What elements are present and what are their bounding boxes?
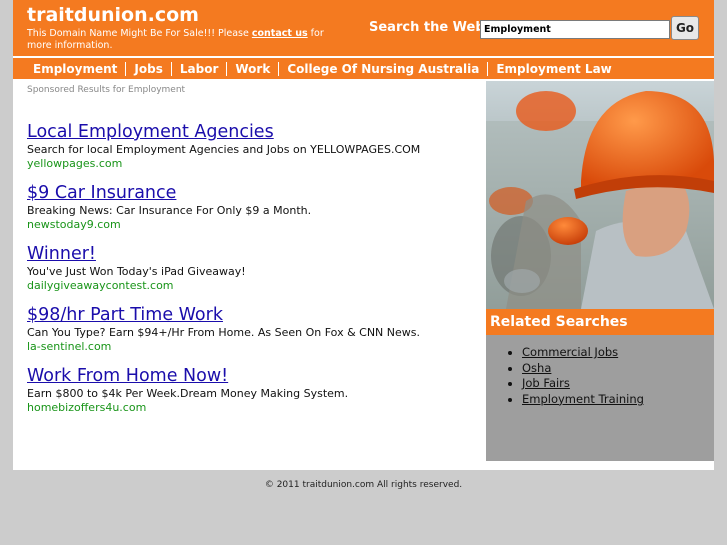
page-container: traitdunion.com This Domain Name Might B… — [13, 0, 714, 470]
sponsored-label: Sponsored Results for Employment — [27, 85, 186, 95]
nav-item-work[interactable]: Work — [226, 61, 278, 76]
ad-url: la-sentinel.com — [27, 340, 112, 353]
ad-listing: Work From Home Now! Earn $800 to $4k Per … — [27, 365, 487, 426]
nav-item-college-of-nursing-australia[interactable]: College Of Nursing Australia — [278, 61, 487, 76]
ad-description: Can You Type? Earn $94+/Hr From Home. As… — [27, 326, 420, 339]
sale-text-before: This Domain Name Might Be For Sale!!! Pl… — [27, 28, 252, 39]
related-search-link[interactable]: Osha — [522, 361, 551, 375]
related-searches-title: Related Searches — [486, 309, 714, 335]
related-searches-list: Commercial Jobs OshaJob Fairs Employment T… — [486, 345, 714, 407]
contact-us-link[interactable]: contact us — [252, 28, 308, 39]
header-bar: traitdunion.com This Domain Name Might B… — [13, 0, 714, 56]
ad-description: Search for local Employment Agencies and… — [27, 143, 421, 156]
nav-bar: Employment Jobs Labor Work College Of Nursin… — [13, 58, 714, 79]
ad-url: homebizoffers4u.com — [27, 401, 147, 414]
ad-listing: $9 Car Insurance Breaking News: Car Insur… — [27, 182, 487, 243]
nav-item-employment[interactable]: Employment — [25, 62, 125, 76]
ad-list: Local Employment Agencies Search for loca… — [27, 121, 487, 426]
ad-title-link[interactable]: $9 Car Insurance — [27, 182, 487, 204]
ad-listing: Local Employment Agencies Search for loca… — [27, 121, 487, 182]
ad-url: yellowpages.com — [27, 157, 123, 170]
nav-item-jobs[interactable]: Jobs — [125, 61, 170, 76]
footer-copyright: © 2011 traitdunion.com All rights reserv… — [264, 480, 463, 490]
ad-listing: Winner! You've Just Won Today's iPad Give… — [27, 243, 487, 304]
related-search-link[interactable]: Job Fairs — [522, 376, 570, 390]
related-search-item: Employment Training — [522, 392, 714, 408]
go-button[interactable]: Go — [671, 16, 699, 40]
related-searches-box: Commercial Jobs OshaJob Fairs Employment T… — [486, 335, 714, 461]
hard-hat-workers-photo — [486, 81, 714, 309]
ad-title-link[interactable]: Work From Home Now! — [27, 365, 487, 387]
nav-item-employment-law[interactable]: Employment Law — [487, 61, 619, 76]
ad-title-link[interactable]: Local Employment Agencies — [27, 121, 487, 143]
related-search-link[interactable]: Commercial Jobs — [522, 345, 618, 359]
ad-url: dailygiveawaycontest.com — [27, 279, 174, 292]
site-title: traitdunion.com — [27, 4, 199, 26]
related-search-link[interactable]: Employment Training — [522, 392, 644, 406]
search-input[interactable] — [480, 20, 670, 39]
ad-description: You've Just Won Today's iPad Giveaway! — [27, 265, 246, 278]
ad-description: Breaking News: Car Insurance For Only $9… — [27, 204, 312, 217]
ad-title-link[interactable]: Winner! — [27, 243, 487, 265]
ad-listing: $98/hr Part Time Work Can You Type? Earn … — [27, 304, 487, 365]
related-search-item: Osha — [522, 361, 714, 377]
related-search-item: Commercial Jobs — [522, 345, 714, 361]
related-search-item: Job Fairs — [522, 376, 714, 392]
ad-title-link[interactable]: $98/hr Part Time Work — [27, 304, 487, 326]
ad-url: newstoday9.com — [27, 218, 121, 231]
ad-description: Earn $800 to $4k Per Week.Dream Money Ma… — [27, 387, 349, 400]
domain-sale-notice: This Domain Name Might Be For Sale!!! Pl… — [27, 28, 347, 52]
search-label: Search the Web: — [369, 20, 490, 35]
nav-item-labor[interactable]: Labor — [170, 61, 227, 76]
